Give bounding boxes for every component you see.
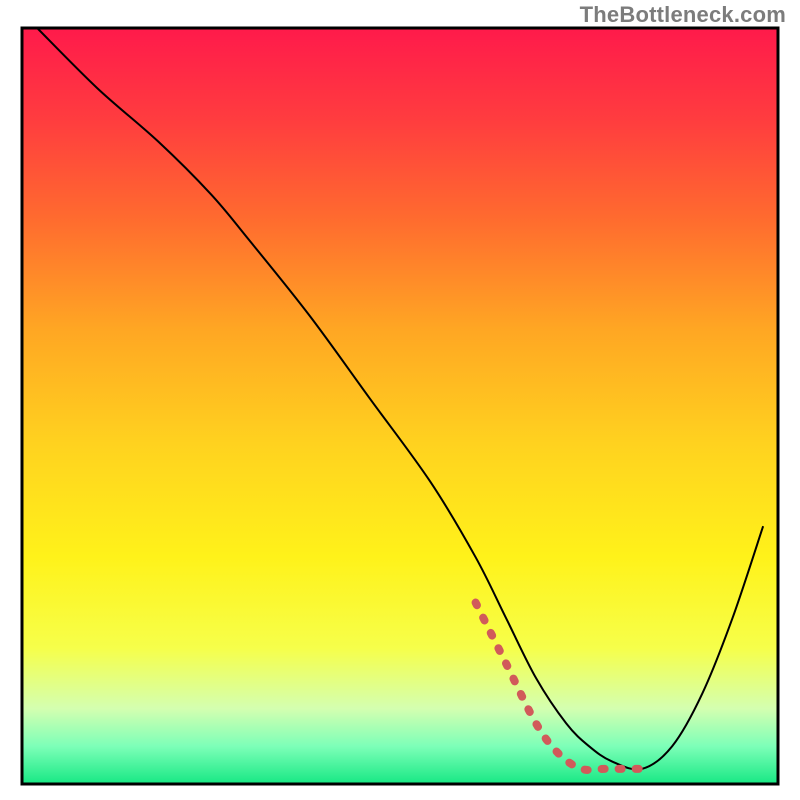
chart-container: TheBottleneck.com <box>0 0 800 800</box>
chart-svg <box>0 0 800 800</box>
plot-background <box>22 28 778 784</box>
